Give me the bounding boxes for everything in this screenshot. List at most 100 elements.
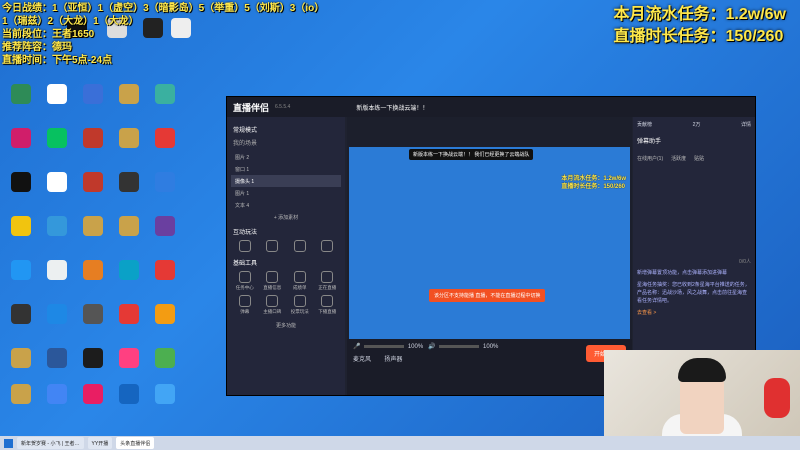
preview-alert: 该分区不支持能播 直播，不能在直播过程中切换 [429, 289, 546, 302]
desktop-icon[interactable] [76, 260, 110, 282]
desktop-icon[interactable] [112, 304, 146, 326]
desktop-icon[interactable] [4, 216, 38, 238]
contrib-count: 2万 [692, 122, 701, 128]
overlay-value: 150/260 [725, 28, 784, 45]
scene-item[interactable]: 文本 4 [231, 199, 341, 211]
overlay-value: 1.2w/6w [725, 6, 786, 23]
interactive-tool[interactable] [316, 240, 340, 254]
desktop-icon[interactable] [4, 128, 38, 150]
desktop-icon[interactable] [112, 260, 146, 282]
desktop-icon[interactable] [112, 348, 146, 370]
desktop-icon[interactable] [40, 172, 74, 194]
tool-report[interactable]: 成绩单 [288, 271, 312, 291]
more-features-button[interactable]: 更多功能 [231, 319, 341, 331]
desktop-icon[interactable] [76, 172, 110, 194]
desktop-icon[interactable] [4, 304, 38, 326]
preview-overlay-line: 本月流水任务：1.2w/6w [561, 176, 626, 182]
tool-live[interactable]: 正在直播 [316, 271, 340, 291]
overlay-line: 推荐阵容：德玛 [2, 42, 72, 53]
tab-activity[interactable]: 活跃度 [671, 155, 686, 162]
scene-item[interactable]: 图片 1 [231, 187, 341, 199]
desktop-icon[interactable] [148, 384, 182, 406]
desktop-icon[interactable] [148, 216, 182, 238]
tool-label: 投票玩法 [290, 309, 309, 314]
scene-item[interactable]: 摄像头 1 [231, 175, 341, 187]
desktop-icon[interactable] [148, 260, 182, 282]
desktop-icon-grid [0, 84, 190, 424]
speaker-volume: 100% [483, 344, 499, 350]
desktop-icon[interactable] [76, 384, 110, 406]
details-link[interactable]: 详情 [741, 121, 751, 128]
desktop-icon[interactable] [112, 216, 146, 238]
tool-reputation[interactable]: 主播口碑 [261, 295, 285, 315]
notice-task: 星海任务抽奖：您已收到2条星海平台推送的任务，产品名称：迅战沙场，风之战舞，点击… [637, 282, 750, 304]
scene-item[interactable]: 窗口 1 [231, 163, 341, 175]
desktop-icon[interactable] [40, 260, 74, 282]
desktop-icon[interactable] [76, 304, 110, 326]
desktop-icon[interactable] [40, 348, 74, 370]
desktop-icon[interactable] [40, 304, 74, 326]
tab-stickers[interactable]: 贴贴 [694, 155, 704, 162]
webcam-feed [604, 350, 800, 436]
scene-item[interactable]: 图片 2 [231, 151, 341, 163]
overlay-task-row: 直播时长任务：150/260 [614, 26, 787, 48]
tab-online[interactable]: 在线用户(1) [637, 155, 663, 162]
tool-offline[interactable]: 下播直播 [316, 295, 340, 315]
overlay-line: 直播时间：下午5点-24点 [2, 55, 113, 66]
interactive-tool[interactable] [233, 240, 257, 254]
stream-preview[interactable]: 新版本练一下换战云端！！ 我们已经更换了云端战队 本月流水任务：1.2w/6w … [349, 147, 630, 359]
desktop-icon[interactable] [148, 348, 182, 370]
desktop-icon[interactable] [148, 304, 182, 326]
right-header: 贡献榜 2万 详情 [637, 121, 751, 128]
desktop-icon[interactable] [76, 84, 110, 106]
tool-danmaku[interactable]: 弹幕 [233, 295, 257, 315]
overlay-line: 当前段位：王者1650 [2, 29, 95, 40]
desktop-icon[interactable] [112, 384, 146, 406]
tool-stream-info[interactable]: 直播信息 [261, 271, 285, 291]
tool-task-center[interactable]: 任务中心 [233, 271, 257, 291]
contrib-tab[interactable]: 贡献榜 [637, 121, 652, 128]
desktop-icon[interactable] [112, 128, 146, 150]
interactive-tool[interactable] [288, 240, 312, 254]
tool-label: 直播信息 [263, 285, 282, 290]
desktop-icon[interactable] [40, 84, 74, 106]
desktop-icon[interactable] [40, 384, 74, 406]
speaker-volume-slider[interactable] [439, 344, 480, 348]
desktop-icon[interactable] [112, 172, 146, 194]
mic-volume-slider[interactable] [364, 344, 405, 348]
online-counter: 0/0人 [739, 259, 751, 265]
overlay-line: 今日战绩：1（亚恒）1（虚空）3（暗影岛）5（举重）5（刘斯）3（io） [2, 3, 325, 14]
add-material-button[interactable]: + 添加素材 [231, 211, 341, 223]
desktop-icon[interactable] [4, 384, 38, 406]
notice-action-link[interactable]: 去查看 > [637, 309, 751, 317]
mode-select[interactable]: 常规模式 [233, 125, 339, 134]
taskbar: 新年贺岁赛 - 小飞 | 王者… YY开播 头条直播伴侣 [0, 436, 800, 450]
desktop-icon[interactable] [76, 128, 110, 150]
left-panel: 常规模式 我的场景 图片 2 窗口 1 摄像头 1 图片 1 文本 4 + 添加… [227, 117, 345, 395]
interactive-tool[interactable] [261, 240, 285, 254]
desktop-icon[interactable] [4, 260, 38, 282]
desktop-icon[interactable] [112, 84, 146, 106]
desktop-icon[interactable] [40, 216, 74, 238]
taskbar-item[interactable]: 头条直播伴侣 [116, 437, 155, 449]
speaker-icon[interactable]: 🔊 [428, 344, 435, 350]
desktop-icon[interactable] [148, 128, 182, 150]
desktop-icon[interactable] [148, 84, 182, 106]
taskbar-item[interactable]: 新年贺岁赛 - 小飞 | 王者… [17, 437, 84, 449]
tool-label: 成绩单 [293, 285, 307, 290]
desktop-icon[interactable] [4, 172, 38, 194]
tool-vote[interactable]: 投票玩法 [288, 295, 312, 315]
desktop-icon[interactable] [40, 128, 74, 150]
mic-icon[interactable]: 🎤 [353, 344, 360, 350]
stream-title[interactable]: 新版本练一下换战云端！！ [356, 103, 428, 112]
start-icon[interactable] [4, 438, 13, 448]
desktop-icon[interactable] [148, 172, 182, 194]
right-tabs: 在线用户(1) 活跃度 贴贴 [637, 155, 751, 162]
desktop-icon[interactable] [76, 348, 110, 370]
desktop-icon[interactable] [4, 348, 38, 370]
mic-volume: 100% [407, 344, 424, 350]
taskbar-item[interactable]: YY开播 [87, 437, 113, 449]
preview-overlay-line: 直播时长任务：150/260 [561, 184, 626, 190]
desktop-icon[interactable] [4, 84, 38, 106]
desktop-icon[interactable] [76, 216, 110, 238]
